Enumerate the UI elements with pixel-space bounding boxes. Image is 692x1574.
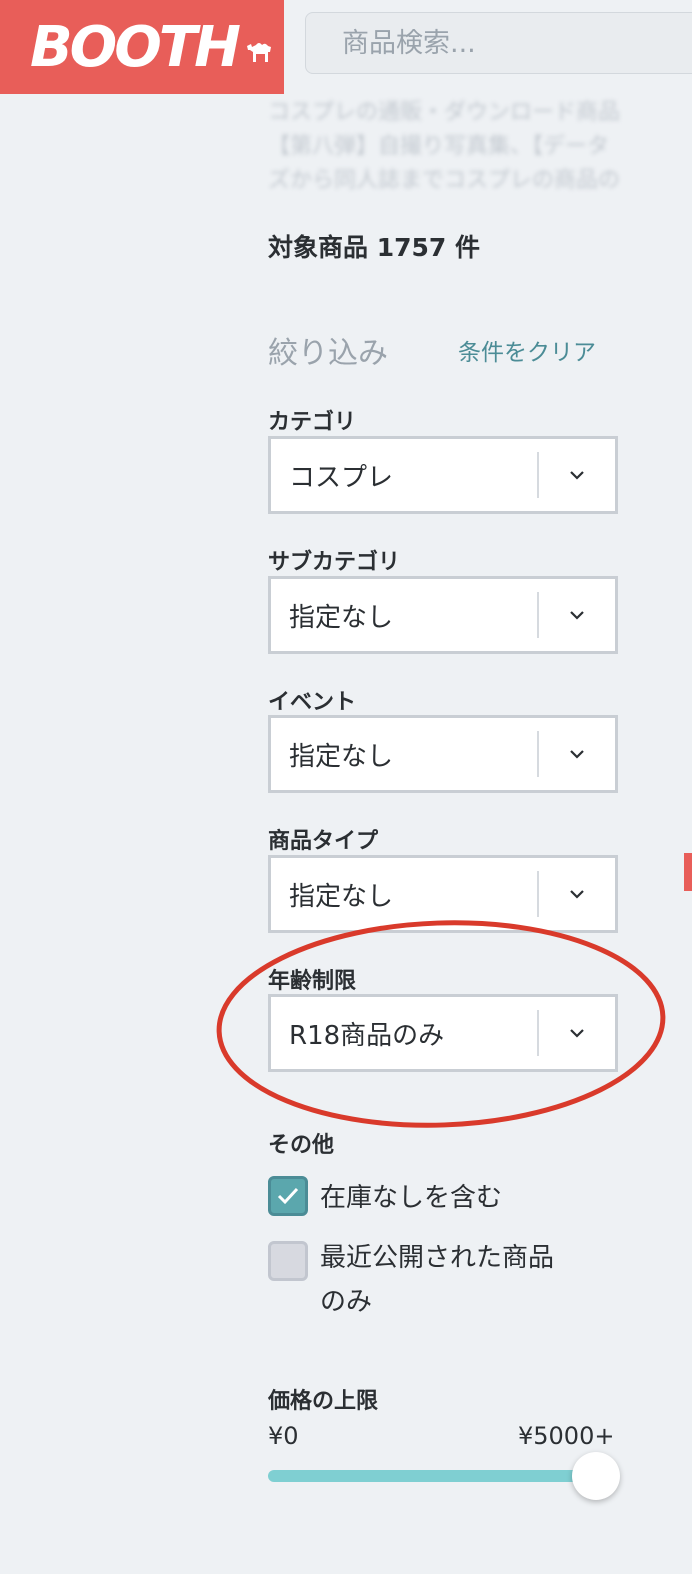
price-slider-handle[interactable] xyxy=(572,1452,620,1500)
booth-logo[interactable]: BOOTH xyxy=(0,0,284,94)
filter-title: 絞り込み xyxy=(268,336,388,371)
category-label: カテゴリ xyxy=(268,410,357,435)
recent-only-label-line2: のみ xyxy=(320,1287,373,1317)
description-line: コスプレの通販・ダウンロード商品 xyxy=(268,100,621,125)
logo-text: BOOTH xyxy=(30,14,241,80)
price-max-label: ¥5000+ xyxy=(518,1422,615,1450)
subcategory-select[interactable]: 指定なし xyxy=(268,576,618,654)
search-input[interactable] xyxy=(340,26,692,60)
price-slider-track[interactable] xyxy=(268,1470,598,1482)
category-description: コスプレの通販・ダウンロード商品 【第八弾】自撮り写真集、【データ ズから同人誌… xyxy=(268,96,692,196)
camel-icon xyxy=(246,43,271,62)
description-line: 【第八弾】自撮り写真集、【データ xyxy=(268,134,610,159)
subcategory-value: 指定なし xyxy=(289,602,394,633)
event-label: イベント xyxy=(268,690,357,715)
recent-only-label-line1: 最近公開された商品 xyxy=(320,1243,555,1273)
product-type-label: 商品タイプ xyxy=(268,829,379,854)
side-tab-marker xyxy=(684,853,692,891)
recent-only-checkbox[interactable] xyxy=(268,1241,308,1281)
checkmark-icon xyxy=(277,1187,299,1205)
clear-filters-link[interactable]: 条件をクリア xyxy=(458,333,596,367)
subcategory-label: サブカテゴリ xyxy=(268,550,401,575)
search-field[interactable] xyxy=(305,12,692,74)
include-out-of-stock-label[interactable]: 在庫なしを含む xyxy=(320,1176,502,1220)
chevron-down-icon xyxy=(539,469,615,481)
event-select[interactable]: 指定なし xyxy=(268,715,618,793)
category-value: コスプレ xyxy=(289,462,394,493)
recent-only-label[interactable]: 最近公開された商品 のみ xyxy=(320,1236,554,1324)
chevron-down-icon xyxy=(539,888,615,900)
description-line: ズから同人誌までコスプレの商品の xyxy=(268,168,621,193)
event-value: 指定なし xyxy=(289,741,394,772)
annotation-ellipse xyxy=(216,920,666,1128)
chevron-down-icon xyxy=(539,609,615,621)
include-out-of-stock-checkbox[interactable] xyxy=(268,1176,308,1216)
category-select[interactable]: コスプレ xyxy=(268,436,618,514)
other-label: その他 xyxy=(268,1133,335,1158)
product-type-value: 指定なし xyxy=(289,881,394,912)
price-limit-label: 価格の上限 xyxy=(268,1389,379,1414)
result-count: 対象商品 1757 件 xyxy=(268,233,480,262)
chevron-down-icon xyxy=(539,748,615,760)
price-min-label: ¥0 xyxy=(268,1422,299,1450)
